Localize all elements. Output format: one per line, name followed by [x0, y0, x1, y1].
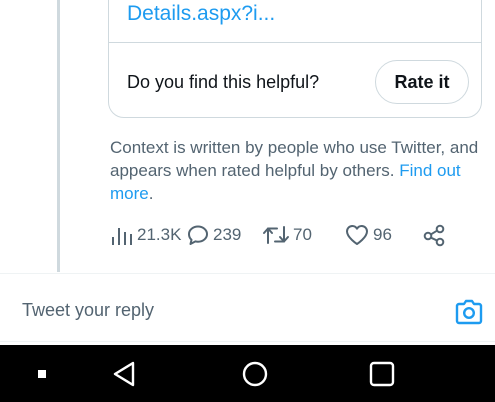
- nav-back-button[interactable]: [104, 345, 144, 402]
- reply-divider: [0, 341, 495, 342]
- likes-count: 96: [373, 225, 392, 244]
- retweet-action[interactable]: 70: [262, 220, 312, 250]
- nav-recents-button[interactable]: [22, 345, 62, 402]
- like-action[interactable]: 96: [344, 220, 392, 250]
- heart-icon: [346, 225, 368, 245]
- triangle-back-icon: [113, 361, 135, 386]
- camera-icon: [455, 299, 483, 325]
- system-navigation-bar: [0, 345, 495, 402]
- speech-bubble-icon: [188, 225, 208, 245]
- views-count: 21.3K: [137, 225, 182, 244]
- nav-overview-button[interactable]: [362, 345, 402, 402]
- note-source-link[interactable]: Details.aspx?i...: [127, 2, 275, 26]
- rate-it-button[interactable]: Rate it: [375, 60, 469, 104]
- helpful-question: Do you find this helpful?: [127, 72, 320, 92]
- square-dot-icon: [38, 369, 46, 378]
- context-link-suffix: .: [148, 184, 154, 203]
- bar-chart-icon: [112, 228, 132, 245]
- share-action[interactable]: [422, 220, 446, 250]
- share-nodes-icon: [423, 224, 445, 247]
- tweet-detail-screen: Details.aspx?i... Do you find this helpf…: [0, 0, 495, 402]
- retweets-count: 70: [293, 225, 312, 244]
- card-divider: [109, 42, 481, 43]
- context-disclaimer: Context is written by people who use Twi…: [110, 136, 485, 205]
- tweet-action-bar: 21.3K 239 70 96: [110, 220, 490, 250]
- views-action[interactable]: 21.3K: [110, 220, 181, 250]
- nav-home-button[interactable]: [235, 345, 275, 402]
- community-note-card: Details.aspx?i... Do you find this helpf…: [108, 0, 482, 118]
- retweet-icon: [263, 226, 289, 244]
- square-overview-icon: [369, 361, 395, 386]
- replies-count: 239: [213, 225, 242, 244]
- reply-composer: [0, 274, 495, 344]
- thread-line: [57, 0, 60, 272]
- circle-home-icon: [242, 361, 268, 386]
- reply-action[interactable]: 239: [186, 220, 241, 250]
- camera-button[interactable]: [455, 299, 483, 325]
- tweet-reply-input[interactable]: [22, 296, 422, 324]
